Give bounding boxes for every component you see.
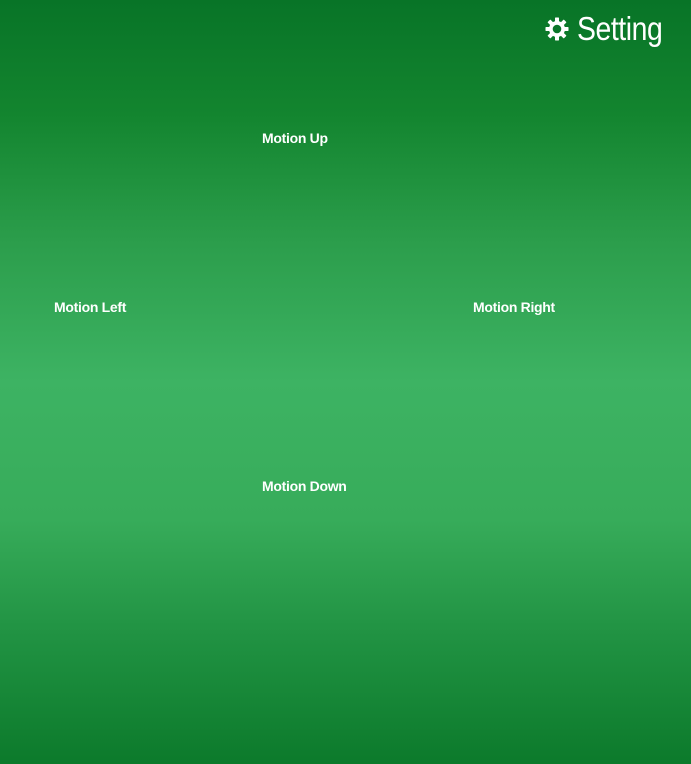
motion-control-screen: Setting Motion Up Motion Left Motion Rig… xyxy=(0,0,691,764)
motion-down-button[interactable]: Motion Down xyxy=(262,478,347,494)
setting-label: Setting xyxy=(576,10,663,47)
motion-up-button[interactable]: Motion Up xyxy=(262,130,328,146)
gear-icon xyxy=(545,17,569,41)
motion-right-button[interactable]: Motion Right xyxy=(473,299,555,315)
motion-left-button[interactable]: Motion Left xyxy=(54,299,126,315)
setting-button[interactable]: Setting xyxy=(545,10,669,48)
